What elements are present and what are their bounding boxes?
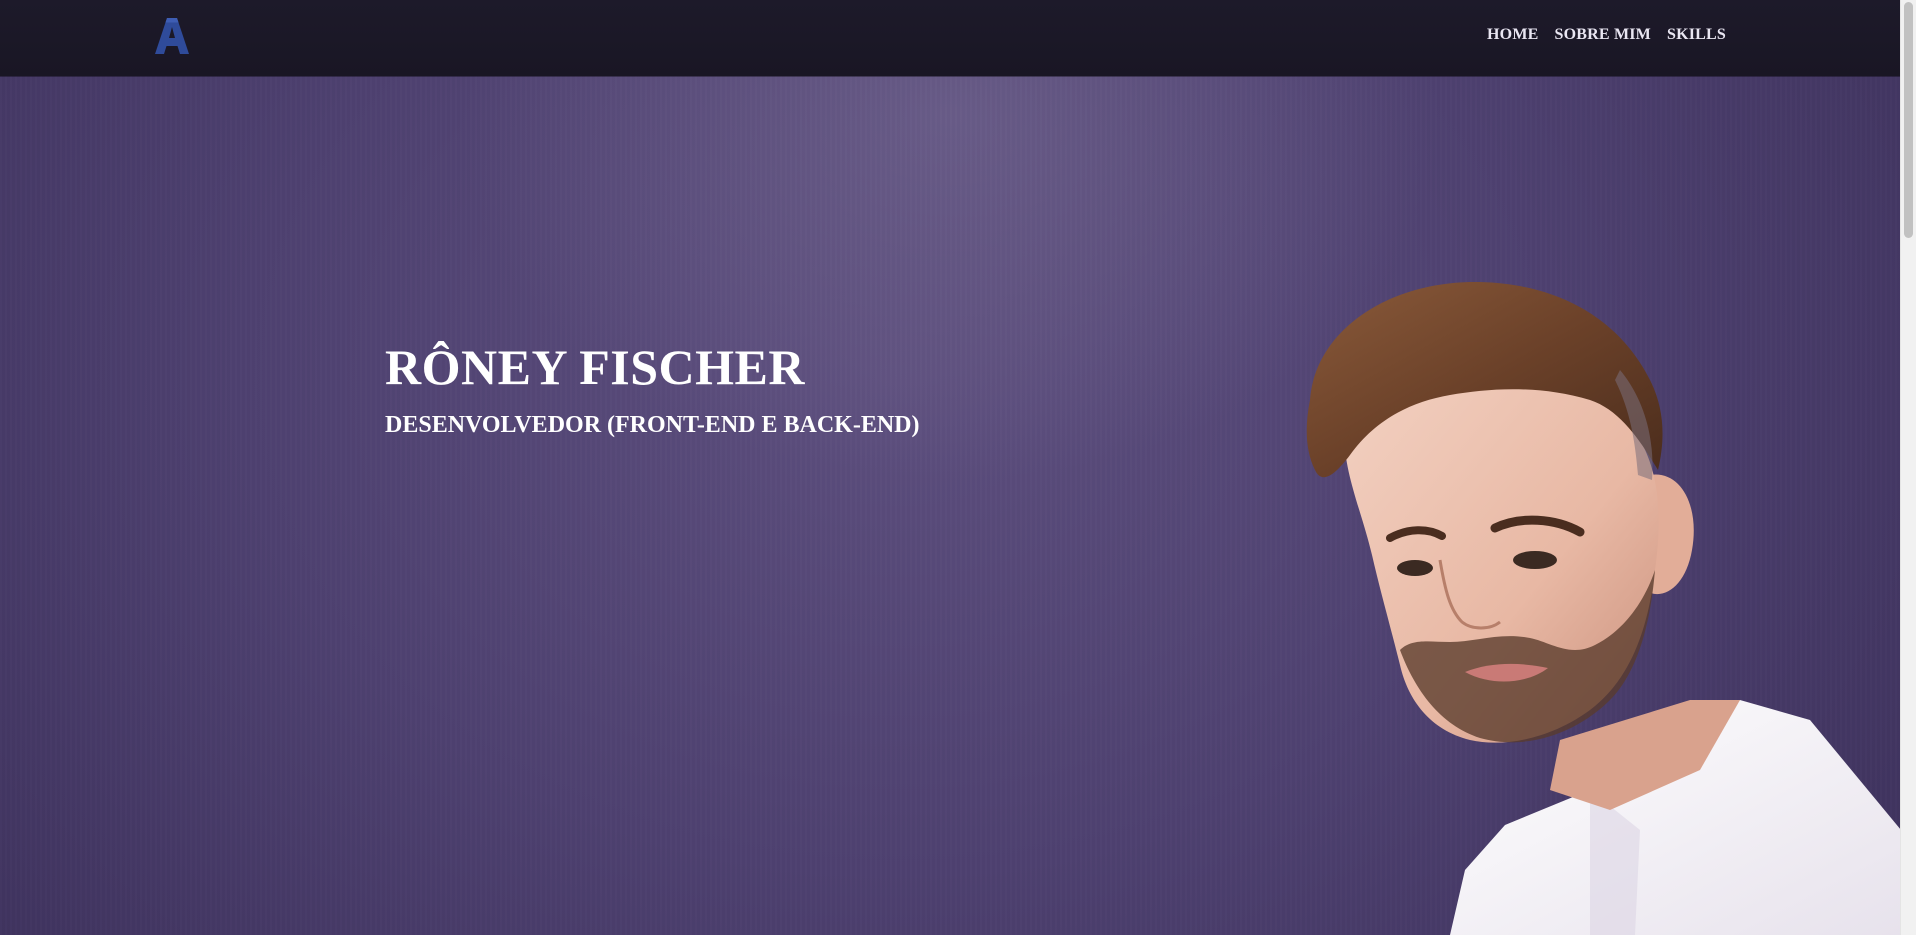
scrollbar-thumb[interactable]	[1904, 2, 1913, 238]
page: HOME SOBRE MIM SKILLS RÔNEY FISCHER DESE…	[0, 0, 1916, 935]
nav-link-sobre-mim[interactable]: SOBRE MIM	[1555, 26, 1651, 44]
nav-link-skills[interactable]: SKILLS	[1667, 26, 1726, 44]
profile-portrait-image	[1306, 281, 1901, 935]
hero-name-title: RÔNEY FISCHER	[385, 339, 805, 395]
logo-icon[interactable]	[154, 16, 190, 56]
nav-link-home[interactable]: HOME	[1487, 26, 1538, 44]
hero-role-subtitle: DESENVOLVEDOR (FRONT-END E BACK-END)	[385, 412, 920, 438]
nav-menu: HOME SOBRE MIM SKILLS	[1487, 26, 1726, 44]
vertical-scrollbar[interactable]	[1900, 0, 1916, 935]
top-navbar: HOME SOBRE MIM SKILLS	[0, 0, 1901, 76]
